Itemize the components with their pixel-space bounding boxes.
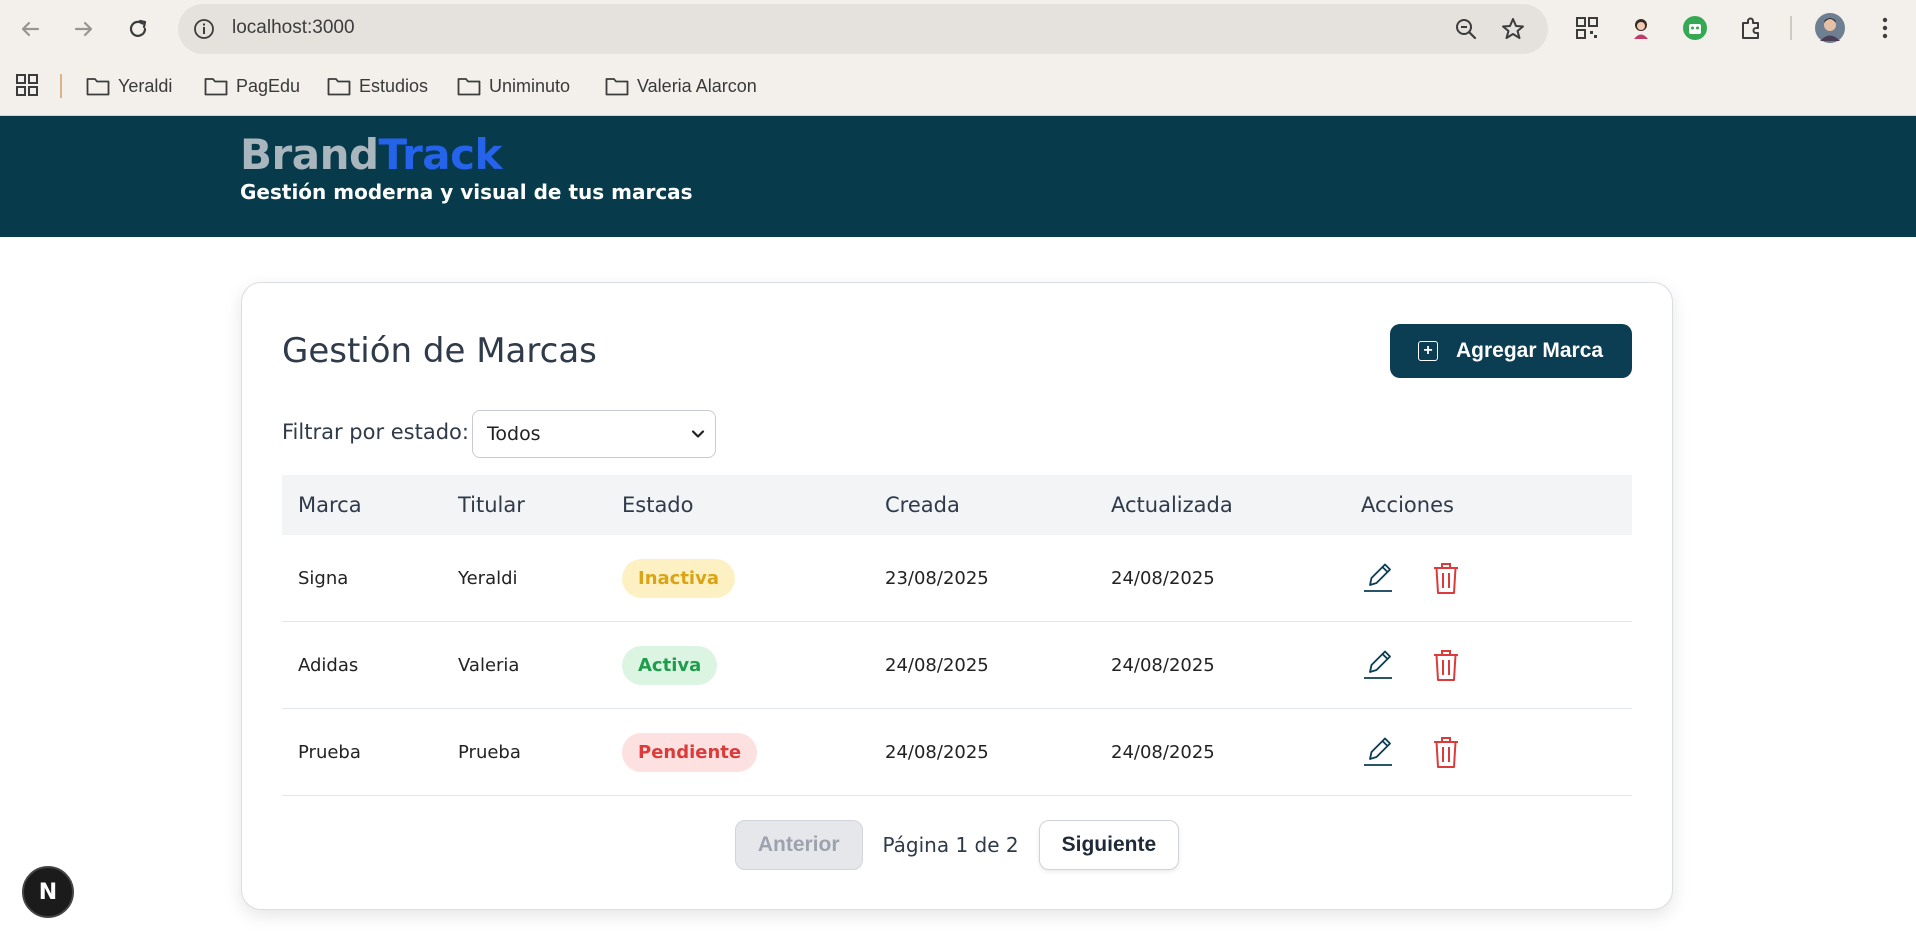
delete-trash-icon[interactable] <box>1429 734 1463 770</box>
brand-part2: Track <box>378 130 503 179</box>
edit-pencil-icon[interactable] <box>1361 734 1395 770</box>
folder-icon <box>204 78 228 96</box>
cell-estado: Activa <box>606 621 869 709</box>
more-menu-icon[interactable] <box>1870 13 1900 43</box>
status-filter-select[interactable]: Todos <box>472 410 716 458</box>
cell-estado: Pendiente <box>606 708 869 796</box>
forward-arrow-icon[interactable] <box>68 13 100 45</box>
site-info-icon[interactable] <box>192 17 216 41</box>
column-header-creada: Creada <box>885 493 960 517</box>
delete-trash-icon[interactable] <box>1429 647 1463 683</box>
filter-label: Filtrar por estado: <box>282 420 469 444</box>
add-brand-label: Agregar Marca <box>1456 339 1604 362</box>
status-badge: Pendiente <box>622 732 758 772</box>
status-badge: Activa <box>622 645 718 685</box>
cell-titular: Yeraldi <box>442 535 606 622</box>
plus-square-icon: + <box>1418 341 1438 361</box>
url-text[interactable]: localhost:3000 <box>232 17 355 39</box>
folder-icon <box>605 78 629 96</box>
column-header-actualizada: Actualizada <box>1111 493 1233 517</box>
column-header-marca: Marca <box>298 493 362 517</box>
page-indicator: Página 1 de 2 <box>882 833 1019 857</box>
bookmarks-bar: Yeraldi PagEdu Estudios Uniminuto Valeri… <box>0 58 1916 116</box>
column-header-estado: Estado <box>622 493 694 517</box>
bookmark-label: Valeria Alarcon <box>637 75 757 96</box>
cell-marca: Signa <box>282 535 442 622</box>
brand-part1: Brand <box>240 130 379 179</box>
column-header-titular: Titular <box>458 493 525 517</box>
column-header-acciones: Acciones <box>1361 493 1454 517</box>
cell-titular: Valeria <box>442 621 606 709</box>
extensions-puzzle-icon[interactable] <box>1736 13 1766 43</box>
brand-logo: BrandTrack <box>240 130 502 179</box>
app-header: BrandTrack Gestión moderna y visual de t… <box>0 116 1916 237</box>
cell-actualizada: 24/08/2025 <box>1095 535 1345 622</box>
cell-acciones <box>1345 535 1632 622</box>
cell-marca: Adidas <box>282 621 442 709</box>
status-filter-value: Todos <box>487 423 541 445</box>
bookmark-folder-yeraldi[interactable]: Yeraldi <box>86 72 172 100</box>
cell-estado: Inactiva <box>606 535 869 622</box>
cell-marca: Prueba <box>282 708 442 796</box>
brands-table: Marca Titular Estado Creada Actualizada … <box>282 475 1632 796</box>
bookmark-star-icon[interactable] <box>1500 16 1526 46</box>
back-arrow-icon[interactable] <box>14 13 46 45</box>
cell-titular: Prueba <box>442 708 606 796</box>
bookmark-folder-valeria-alarcon[interactable]: Valeria Alarcon <box>605 72 757 100</box>
bookmark-folder-pagedu[interactable]: PagEdu <box>204 72 300 100</box>
table-row: Adidas Valeria Activa 24/08/2025 24/08/2… <box>282 621 1632 709</box>
avatar[interactable] <box>1815 13 1845 43</box>
edit-pencil-icon[interactable] <box>1361 560 1395 596</box>
cell-creada: 23/08/2025 <box>869 535 1095 622</box>
nextjs-dev-indicator[interactable]: N <box>22 866 74 918</box>
brands-card: Gestión de Marcas + Agregar Marca Filtra… <box>241 282 1673 910</box>
robot-extension-icon[interactable] <box>1680 13 1710 43</box>
previous-page-button[interactable]: Anterior <box>734 820 863 870</box>
address-bar[interactable]: localhost:3000 <box>178 4 1548 54</box>
folder-icon <box>457 78 481 96</box>
pagination: Anterior Página 1 de 2 Siguiente <box>242 819 1672 871</box>
qr-code-icon[interactable] <box>1572 13 1602 43</box>
browser-toolbar: localhost:3000 <box>0 0 1916 58</box>
apps-grid-icon[interactable] <box>15 73 39 101</box>
page-title: Gestión de Marcas <box>282 331 597 371</box>
folder-icon <box>327 78 351 96</box>
profile-extension-icon[interactable] <box>1626 13 1656 43</box>
cell-creada: 24/08/2025 <box>869 708 1095 796</box>
add-brand-button[interactable]: + Agregar Marca <box>1390 324 1632 378</box>
zoom-icon[interactable] <box>1454 17 1478 45</box>
delete-trash-icon[interactable] <box>1429 560 1463 596</box>
table-row: Prueba Prueba Pendiente 24/08/2025 24/08… <box>282 708 1632 796</box>
bookmark-label: Uniminuto <box>489 75 571 96</box>
cell-creada: 24/08/2025 <box>869 621 1095 709</box>
reload-icon[interactable] <box>122 13 154 45</box>
next-page-button[interactable]: Siguiente <box>1038 820 1180 870</box>
table-header-row: Marca Titular Estado Creada Actualizada … <box>282 475 1632 535</box>
edit-pencil-icon[interactable] <box>1361 647 1395 683</box>
bookmarks-separator <box>60 74 62 98</box>
tagline: Gestión moderna y visual de tus marcas <box>240 180 693 204</box>
folder-icon <box>86 78 110 96</box>
table-row: Signa Yeraldi Inactiva 23/08/2025 24/08/… <box>282 535 1632 622</box>
bookmark-label: PagEdu <box>236 75 301 96</box>
bookmark-label: Estudios <box>359 75 429 96</box>
bookmark-label: Yeraldi <box>118 75 173 96</box>
cell-acciones <box>1345 708 1632 796</box>
cell-actualizada: 24/08/2025 <box>1095 708 1345 796</box>
status-badge: Inactiva <box>622 558 735 598</box>
cell-actualizada: 24/08/2025 <box>1095 621 1345 709</box>
bookmark-folder-estudios[interactable]: Estudios <box>327 72 428 100</box>
toolbar-separator <box>1790 16 1792 40</box>
cell-acciones <box>1345 621 1632 709</box>
chevron-down-icon <box>691 430 705 438</box>
bookmark-folder-uniminuto[interactable]: Uniminuto <box>457 72 570 100</box>
